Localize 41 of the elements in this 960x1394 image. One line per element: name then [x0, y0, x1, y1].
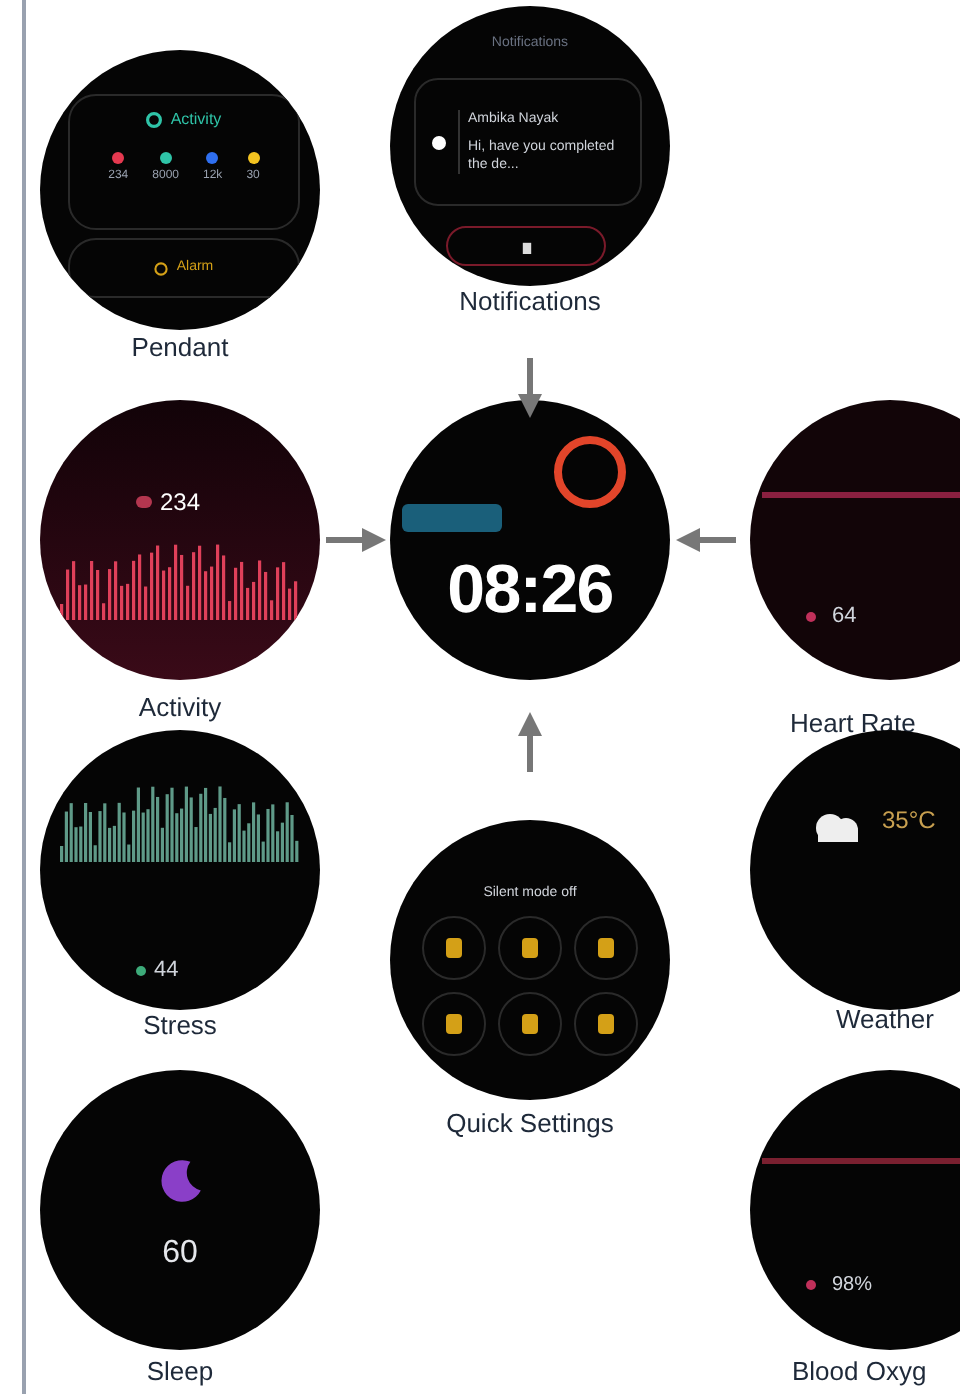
step-count: 234 [160, 486, 201, 520]
status-bar-drawing [402, 504, 502, 532]
setting-icon [598, 938, 614, 958]
quick-setting-button[interactable] [498, 992, 562, 1056]
screen-caption: Blood Oxyg [792, 1354, 927, 1390]
leaf-icon [136, 965, 146, 976]
setting-icon [522, 1014, 538, 1034]
setting-icon [446, 1014, 462, 1034]
clock-time: 08:26 [445, 550, 615, 632]
ring-icon [146, 112, 163, 128]
quick-setting-button[interactable] [574, 916, 638, 980]
screen-caption: Notifications [459, 284, 601, 320]
heart-rate-value: 64 [832, 602, 857, 632]
arrow-icon [676, 528, 736, 552]
stress-value: 44 [154, 956, 179, 986]
blood-oxygen-value: 98% [832, 1272, 873, 1300]
screen-caption: Quick Settings [446, 1106, 614, 1142]
shoe-icon [136, 496, 152, 508]
arrow-icon [518, 358, 542, 418]
quick-setting-button[interactable] [574, 992, 638, 1056]
arrow-icon [518, 712, 542, 772]
arrow-icon [326, 528, 386, 552]
screen-caption: Weather [836, 1002, 934, 1038]
screen-caption: Activity [138, 690, 222, 726]
clock-icon [154, 261, 169, 275]
activity-title: Activity [170, 108, 222, 132]
quick-setting-button[interactable] [422, 992, 486, 1056]
temperature-value: 35°C [882, 804, 936, 838]
setting-icon [522, 938, 538, 958]
quick-setting-button[interactable] [498, 916, 562, 980]
screen-caption: Stress [143, 1008, 217, 1044]
sleep-score: 60 [160, 1234, 200, 1274]
quick-setting-button[interactable] [422, 916, 486, 980]
progress-ring-icon [550, 432, 630, 512]
setting-icon [446, 938, 462, 958]
drop-icon [806, 1280, 816, 1290]
setting-icon [598, 1014, 614, 1034]
trash-icon [519, 239, 533, 253]
delete-button[interactable] [446, 226, 606, 266]
screen-caption: Pendant [131, 330, 229, 366]
screen-caption: Sleep [146, 1354, 214, 1390]
